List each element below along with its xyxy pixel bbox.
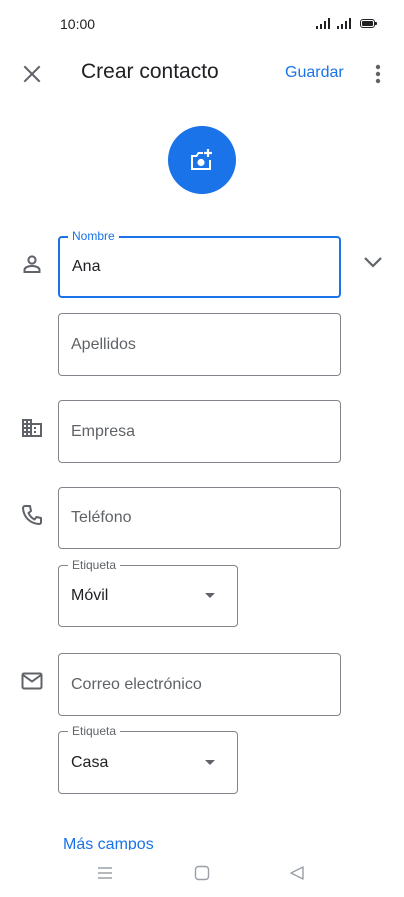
dropdown-arrow-icon	[205, 759, 215, 765]
email-field[interactable]: Correo electrónico	[58, 653, 341, 716]
status-time: 10:00	[60, 16, 96, 32]
signal-icon	[316, 18, 330, 29]
email-placeholder: Correo electrónico	[71, 675, 202, 693]
add-photo-button[interactable]	[168, 126, 236, 194]
person-icon	[20, 252, 44, 276]
expand-more-icon	[364, 257, 382, 268]
email-label-value: Casa	[71, 753, 109, 771]
signal-icon-2	[337, 18, 351, 29]
nav-back-icon	[290, 866, 304, 880]
save-button[interactable]: Guardar	[285, 64, 344, 82]
business-icon	[20, 416, 44, 440]
dropdown-arrow-icon	[205, 593, 215, 598]
first-name-label: Nombre	[68, 229, 119, 243]
more-options-button[interactable]	[366, 60, 390, 88]
navigation-bar	[0, 850, 404, 897]
more-vert-icon	[375, 64, 381, 84]
nav-home-button[interactable]	[189, 861, 215, 885]
phone-label-value: Móvil	[71, 587, 109, 604]
email-label-dropdown[interactable]: Etiqueta Casa	[58, 724, 238, 794]
nav-menu-icon	[98, 867, 112, 879]
phone-icon	[20, 503, 44, 527]
phone-placeholder: Teléfono	[71, 509, 132, 526]
phone-label-dropdown[interactable]: Etiqueta Móvil	[58, 558, 238, 627]
phone-field[interactable]: Teléfono	[58, 487, 341, 549]
battery-icon	[360, 19, 377, 28]
first-name-value: Ana	[72, 258, 101, 275]
nav-menu-button[interactable]	[92, 862, 118, 884]
nav-home-icon	[194, 865, 210, 881]
phone-label-caption: Etiqueta	[68, 558, 121, 572]
last-name-field[interactable]: Apellidos	[58, 313, 341, 376]
first-name-field[interactable]: Nombre Ana	[58, 229, 341, 298]
company-placeholder: Empresa	[71, 422, 136, 440]
close-button[interactable]	[18, 60, 46, 88]
email-label-caption: Etiqueta	[68, 724, 121, 738]
email-icon	[20, 669, 44, 693]
expand-name-button[interactable]	[359, 248, 387, 276]
close-icon	[23, 65, 41, 83]
page-title: Crear contacto	[81, 60, 219, 83]
nav-back-button[interactable]	[284, 861, 310, 885]
add-photo-icon	[191, 149, 212, 170]
last-name-placeholder: Apellidos	[71, 335, 136, 353]
company-field[interactable]: Empresa	[58, 400, 341, 463]
